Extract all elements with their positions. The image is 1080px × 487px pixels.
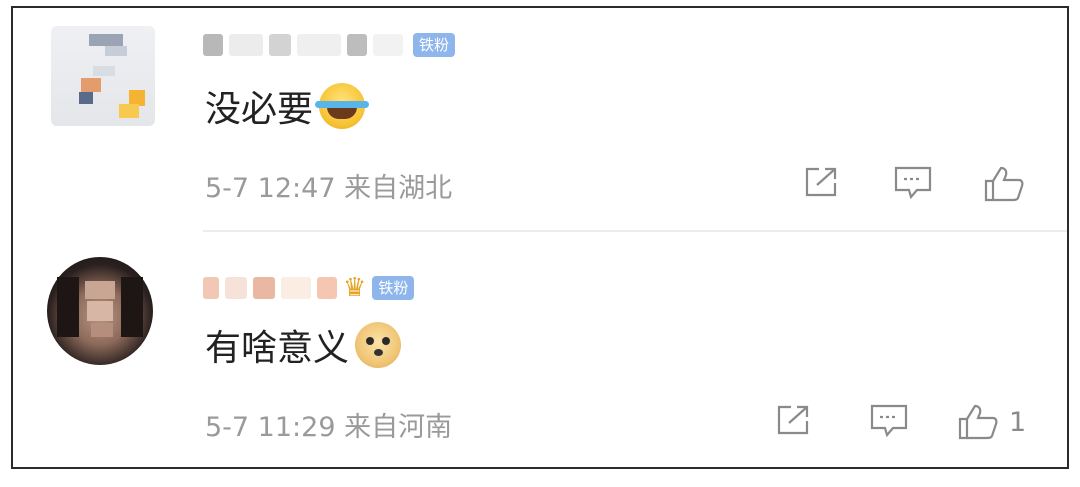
blurred-username — [281, 277, 311, 299]
like-button[interactable] — [983, 165, 1035, 203]
comment-item: 铁粉 没必要 5-7 12:47 来自湖北 — [13, 8, 1067, 230]
comment-body: 有啥意义 — [205, 328, 350, 369]
reply-button[interactable] — [869, 403, 909, 439]
divider — [203, 230, 1067, 232]
share-icon — [805, 167, 837, 197]
username[interactable]: 铁粉 — [203, 30, 456, 60]
share-button[interactable] — [803, 165, 841, 199]
comment-meta: 5-7 12:47 来自湖北 — [205, 166, 452, 205]
blurred-username — [229, 34, 263, 56]
comment-time: 5-7 11:29 — [205, 412, 336, 443]
comment-time: 5-7 12:47 — [205, 173, 336, 204]
blurred-username — [225, 277, 247, 299]
blurred-username — [203, 34, 223, 56]
doge-emoji-icon — [355, 322, 402, 368]
share-button[interactable] — [775, 403, 813, 437]
like-icon — [958, 404, 998, 440]
comment-body: 没必要 — [205, 89, 314, 130]
comment-text: 有啥意义 — [205, 319, 402, 371]
crown-icon: ♛ — [343, 273, 367, 303]
reply-icon — [870, 404, 908, 438]
like-count: 1 — [1009, 406, 1027, 438]
like-button[interactable]: 1 — [957, 403, 1026, 441]
comment-text: 没必要 — [205, 80, 370, 132]
username[interactable]: ♛ 铁粉 — [203, 273, 415, 303]
like-icon — [984, 166, 1024, 202]
blurred-username — [373, 34, 403, 56]
blurred-username — [269, 34, 291, 56]
comment-location: 来自湖北 — [344, 173, 453, 204]
blurred-username — [253, 277, 275, 299]
comment-location: 来自河南 — [344, 412, 453, 443]
avatar[interactable] — [47, 257, 153, 365]
comment-item: ♛ 铁粉 有啥意义 5-7 11:29 来自河南 1 — [13, 233, 1067, 467]
comment-meta: 5-7 11:29 来自河南 — [205, 405, 452, 444]
fan-badge[interactable]: 铁粉 — [372, 276, 415, 300]
laughing-tears-emoji-icon — [315, 83, 370, 129]
blurred-username — [297, 34, 341, 56]
blurred-username — [317, 277, 337, 299]
blurred-username — [347, 34, 367, 56]
comment-list: 铁粉 没必要 5-7 12:47 来自湖北 ♛ 铁粉 有啥意义 5-7 11:2… — [11, 6, 1069, 469]
avatar[interactable] — [51, 26, 155, 126]
reply-icon — [894, 166, 932, 200]
reply-button[interactable] — [893, 165, 933, 201]
blurred-username — [203, 277, 219, 299]
share-icon — [777, 405, 809, 435]
fan-badge[interactable]: 铁粉 — [413, 33, 456, 57]
